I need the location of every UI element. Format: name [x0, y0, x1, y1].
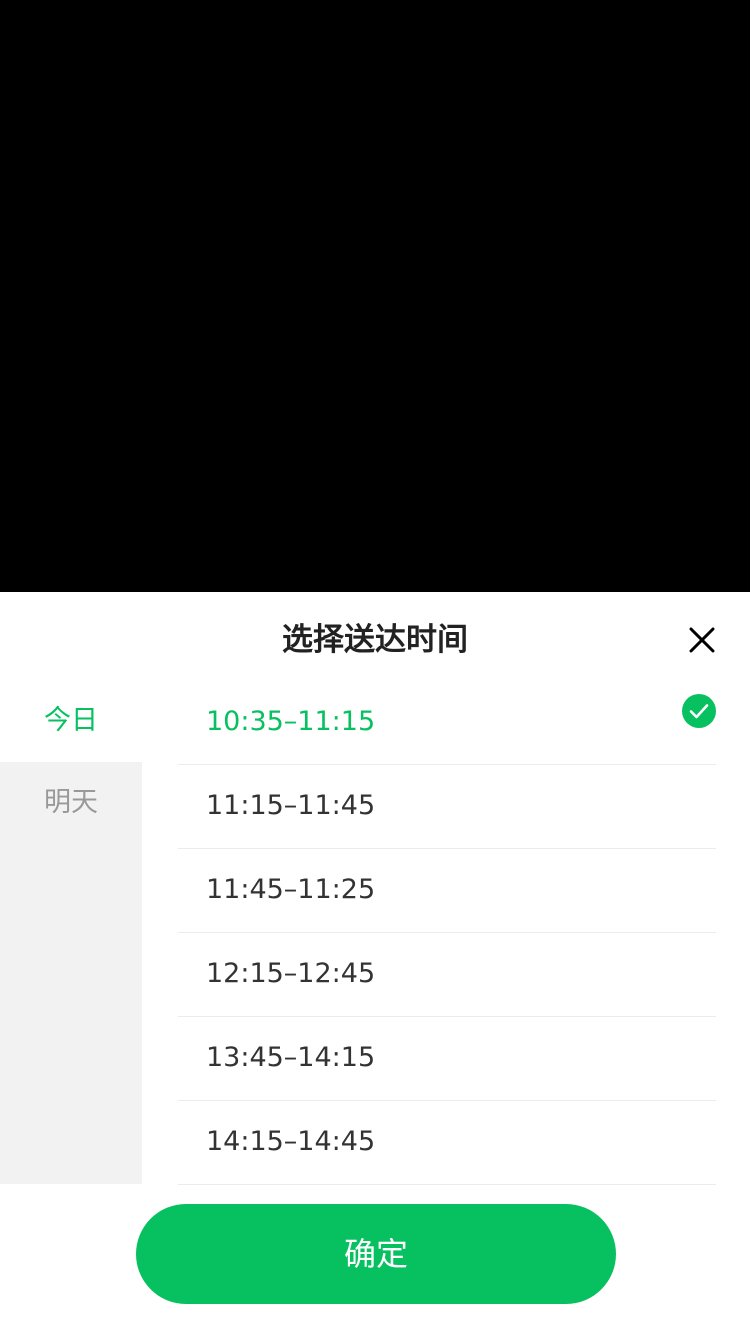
- time-slot-item[interactable]: 10:35–11:15: [178, 680, 716, 765]
- time-slot-item[interactable]: 11:45–11:25: [178, 848, 716, 933]
- time-slot-item[interactable]: 11:15–11:45: [178, 764, 716, 849]
- time-slot-item[interactable]: 14:15–14:45: [178, 1100, 716, 1185]
- time-slot-label: 14:15–14:45: [206, 1126, 376, 1157]
- time-slot-label: 10:35–11:15: [206, 706, 376, 737]
- check-circle-icon: [682, 694, 716, 728]
- time-slot-label: 11:45–11:25: [206, 874, 376, 905]
- time-slot-item[interactable]: 13:45–14:15: [178, 1016, 716, 1101]
- date-tab-today[interactable]: 今日: [0, 680, 142, 762]
- confirm-button[interactable]: 确定: [136, 1204, 616, 1304]
- date-tab-tomorrow[interactable]: 明天: [0, 762, 142, 844]
- close-button[interactable]: [682, 620, 722, 660]
- delivery-time-sheet: 选择送达时间 今日 明天 10:35–11:15 11:15–11:45 11:…: [0, 592, 750, 1334]
- close-icon: [689, 627, 715, 653]
- time-slot-item[interactable]: 12:15–12:45: [178, 932, 716, 1017]
- sheet-title: 选择送达时间: [282, 622, 468, 658]
- time-slot-label: 13:45–14:15: [206, 1042, 376, 1073]
- date-sidebar: 今日 明天: [0, 680, 142, 1184]
- time-slot-label: 11:15–11:45: [206, 790, 376, 821]
- time-slot-label: 12:15–12:45: [206, 958, 376, 989]
- backdrop-overlay[interactable]: [0, 0, 750, 592]
